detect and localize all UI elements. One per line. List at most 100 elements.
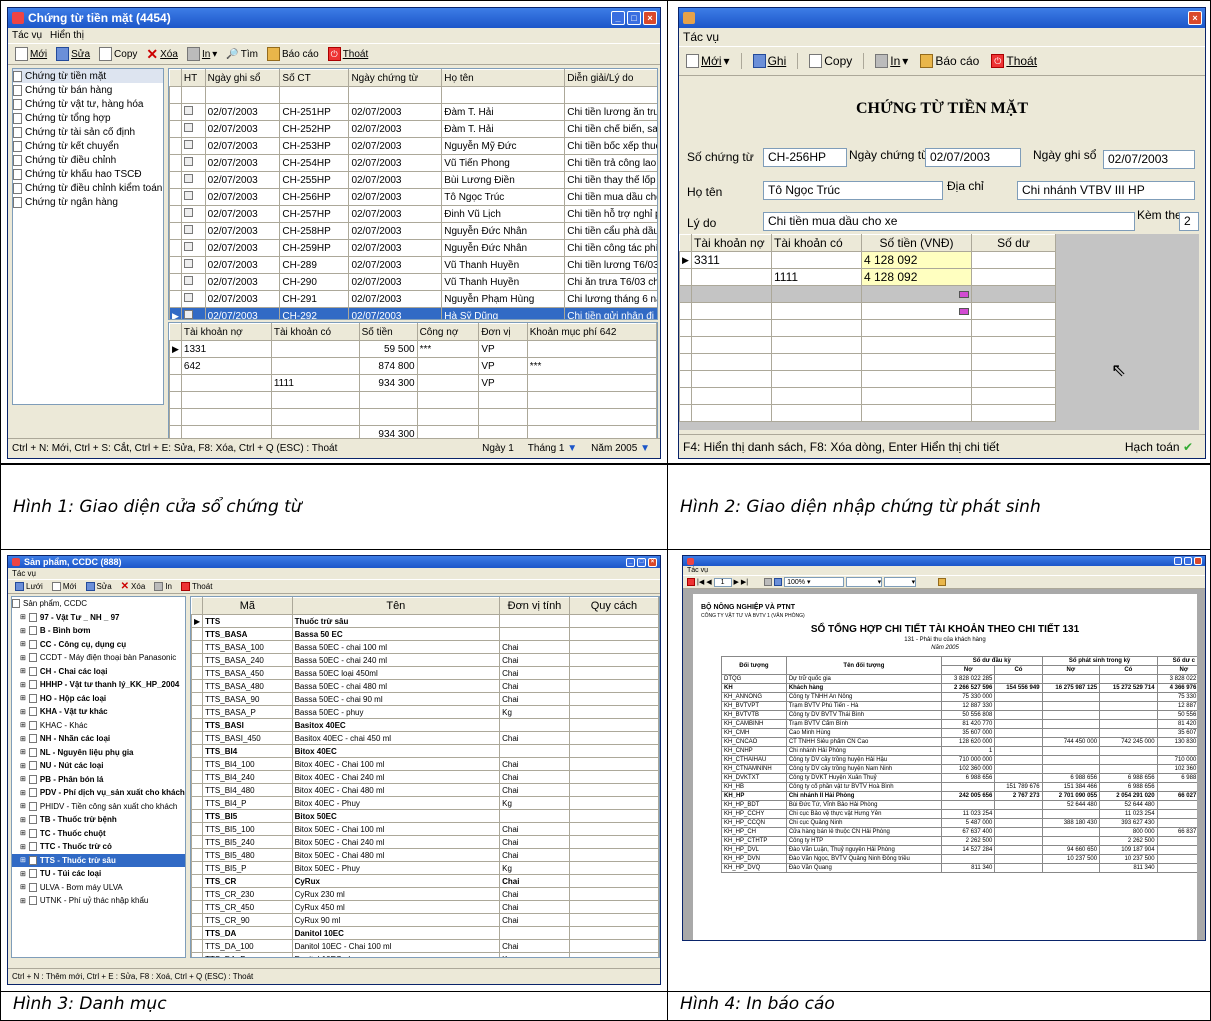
search-text-select[interactable]: ▾ (846, 577, 883, 587)
tree-item[interactable]: ⊞ TTS - Thuốc trừ sâu (12, 853, 185, 867)
table-row[interactable] (679, 319, 1056, 337)
minimize-button[interactable]: _ (611, 11, 625, 25)
month-selector[interactable]: Tháng 1 ▼ (528, 443, 577, 454)
ht-checkbox-cell[interactable] (180, 154, 206, 172)
menu-tac-vu[interactable]: Tác vụ (683, 30, 719, 44)
tree-item[interactable]: Chứng từ điều chỉnh (13, 153, 163, 167)
tree-item[interactable]: ⊞ CCDT - Máy điện thoại bàn Panasonic (12, 651, 185, 665)
ht-checkbox-cell[interactable] (180, 137, 206, 155)
table-row[interactable]: TTS_BI4_480 Bitox 40EC - Chai 480 ml Chai (191, 783, 659, 797)
tree-item[interactable]: ⊞ B - Bình bơm (12, 624, 185, 638)
checkbox[interactable] (183, 259, 193, 268)
save-button[interactable]: Ghi (750, 54, 790, 68)
edit-button[interactable]: Sửa (83, 582, 115, 591)
tree-item[interactable]: ⊞ NU - Nút các loại (12, 759, 185, 773)
tree-item[interactable]: ⊞ HHHP - Vật tư thanh lý_KK_HP_2004 (12, 678, 185, 692)
tree-item[interactable]: ⊞ KHA - Vật tư khác (12, 705, 185, 719)
checkbox[interactable] (183, 106, 193, 115)
exit-button[interactable]: ⏻ Thoát (325, 47, 372, 61)
expand-icon[interactable]: ⊞ (20, 694, 26, 702)
expand-icon[interactable]: ⊞ (20, 816, 26, 824)
table-row[interactable]: 1111 4 128 092 (679, 268, 1056, 286)
table-row[interactable] (679, 285, 1056, 303)
tree-item[interactable]: Chứng từ kết chuyển (13, 139, 163, 153)
tree-item[interactable]: Chứng từ khấu hao TSCĐ (13, 167, 163, 181)
tree-item[interactable]: Chứng từ điều chỉnh kiểm toán (13, 181, 163, 195)
report-button[interactable]: Báo cáo (264, 47, 322, 61)
ht-checkbox-cell[interactable] (180, 103, 206, 121)
hach-toan-button[interactable]: Hạch toán ✔ (1125, 440, 1205, 454)
ly-do-field[interactable]: Chi tiền mua dầu cho xe (763, 212, 1135, 231)
table-row[interactable]: TTS_BASA_240 Bassa 50EC - chai 240 ml Chai (191, 653, 659, 667)
table-row[interactable]: TTS_BASA Bassa 50 EC (191, 627, 659, 641)
table-row[interactable]: 02/07/2003 CH-290 02/07/2003 Vũ Thanh Huyền… (169, 273, 657, 291)
table-row[interactable] (679, 336, 1056, 354)
tree-item[interactable]: ⊞ TB - Thuốc trừ bệnh (12, 813, 185, 827)
table-row[interactable]: TTS_BASI_450 Basitox 40EC - chai 450 ml Ch… (191, 731, 659, 745)
print-button[interactable]: In ▾ (184, 47, 220, 61)
new-button[interactable]: Mới ▾ (683, 54, 733, 68)
tree-item[interactable]: ⊞ NH - Nhãn các loại (12, 732, 185, 746)
maximize-button[interactable]: □ (627, 11, 641, 25)
table-row[interactable]: TTS_BASI Basitox 40EC (191, 718, 659, 732)
tree-item[interactable]: Chứng từ tiền mặt (13, 69, 163, 83)
lookup-button[interactable] (959, 308, 969, 316)
expand-icon[interactable]: ⊞ (20, 883, 26, 891)
exit-button[interactable]: ⏻ Thoát (988, 54, 1040, 68)
table-row[interactable]: 02/07/2003 CH-254HP 02/07/2003 Vũ Tiến Phon… (169, 154, 657, 172)
print-button[interactable]: In ▾ (872, 54, 911, 68)
tree-item[interactable]: Chứng từ ngân hàng (13, 195, 163, 209)
close-button[interactable]: × (643, 11, 657, 25)
table-row[interactable]: TTS_CR_450 CyRux 450 ml Chai (191, 900, 659, 914)
ht-checkbox-cell[interactable] (180, 273, 206, 291)
ht-checkbox-cell[interactable] (180, 307, 206, 319)
table-row[interactable]: TTS_CR_230 CyRux 230 ml Chai (191, 887, 659, 901)
checkbox[interactable] (183, 140, 193, 149)
checkbox[interactable] (183, 191, 193, 200)
expand-icon[interactable]: ⊞ (20, 897, 26, 905)
table-row[interactable]: 02/07/2003 CH-251HP 02/07/2003 Đàm T. Hải Ch… (169, 103, 657, 121)
ht-checkbox-cell[interactable] (180, 222, 206, 240)
expand-icon[interactable]: ⊞ (20, 870, 26, 878)
expand-icon[interactable]: ⊞ (20, 802, 26, 810)
table-row[interactable]: TTS_BI5_480 Bitox 50EC - Chai 480 ml Chai (191, 848, 659, 862)
delete-button[interactable]: ✕ Xóa (118, 581, 149, 593)
table-row[interactable] (679, 353, 1056, 371)
print-button[interactable]: In (151, 582, 175, 591)
expand-icon[interactable]: ⊞ (20, 627, 26, 635)
delete-button[interactable]: ✕ Xóa (143, 47, 181, 61)
table-row[interactable]: TTS_BI5_240 Bitox 50EC - Chai 240 ml Chai (191, 835, 659, 849)
table-row[interactable]: TTS_BI5_100 Bitox 50EC - Chai 100 ml Chai (191, 822, 659, 836)
ht-checkbox-cell[interactable] (180, 290, 206, 308)
find-button[interactable]: 🔎 Tìm (223, 49, 261, 60)
table-row[interactable]: 02/07/2003 CH-253HP 02/07/2003 Nguyễn Mỹ Đứ… (169, 137, 657, 155)
ho-ten-field[interactable]: Tô Ngọc Trúc (763, 181, 943, 200)
table-row[interactable]: 02/07/2003 CH-255HP 02/07/2003 Bùi Lương Đi… (169, 171, 657, 189)
ht-checkbox-cell[interactable] (180, 256, 206, 274)
report-icon[interactable] (938, 578, 947, 586)
ngay-ghi-so-field[interactable]: 02/07/2003 (1103, 150, 1195, 169)
column-header[interactable]: Ngày ghi sổ (204, 69, 281, 87)
table-row[interactable]: ▶ 1331 59 500 *** VP (169, 340, 657, 358)
tree-item[interactable]: ⊞ CH - Chai các loại (12, 665, 185, 679)
search-scope-select[interactable]: ▾ (884, 577, 917, 587)
expand-icon[interactable]: ⊞ (20, 762, 26, 770)
table-row[interactable] (679, 302, 1056, 320)
expand-icon[interactable]: ⊞ (20, 735, 26, 743)
ngay-chung-tu-field[interactable]: 02/07/2003 (925, 148, 1021, 167)
export-icon[interactable] (774, 578, 783, 586)
new-button[interactable]: Mới (12, 47, 50, 61)
ht-checkbox-cell[interactable] (180, 120, 206, 138)
expand-icon[interactable]: ⊞ (20, 843, 26, 851)
checkbox[interactable] (183, 276, 193, 285)
page-number-field[interactable]: 1 (713, 577, 732, 587)
ht-checkbox-cell[interactable] (180, 188, 206, 206)
column-header[interactable]: Ngày chứng từ (348, 69, 443, 87)
tree-item[interactable]: Chứng từ tổng hợp (13, 111, 163, 125)
zoom-select[interactable]: 100% ▾ (784, 577, 845, 587)
table-row[interactable]: TTS_DA Danitol 10EC (191, 926, 659, 940)
tree-item[interactable]: ⊞ KHAC - Khác (12, 719, 185, 733)
column-header[interactable]: HT (180, 69, 206, 87)
close-button[interactable]: × (1188, 11, 1202, 25)
checkbox[interactable] (183, 310, 193, 319)
